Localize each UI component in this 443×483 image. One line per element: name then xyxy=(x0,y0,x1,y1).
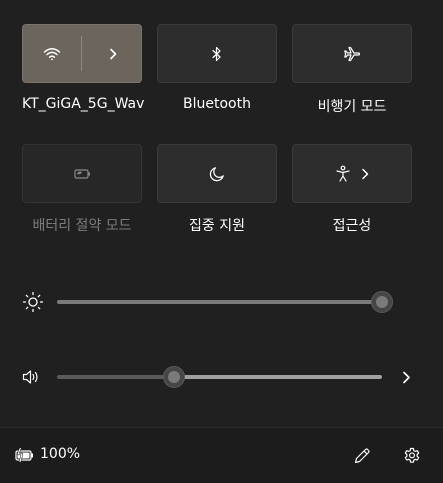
settings-button[interactable] xyxy=(397,441,427,471)
bluetooth-tile-label: Bluetooth xyxy=(183,96,251,112)
volume-slider-row xyxy=(0,362,443,392)
volume-thumb[interactable] xyxy=(163,366,185,388)
volume-fill xyxy=(174,375,382,379)
airplane-icon xyxy=(343,45,361,63)
focus-assist-tile-label: 집중 지원 xyxy=(189,218,245,234)
wifi-networks-button[interactable] xyxy=(82,25,143,82)
wifi-tile[interactable] xyxy=(22,24,142,83)
wifi-toggle-button[interactable] xyxy=(23,25,81,82)
airplane-mode-tile[interactable] xyxy=(292,24,412,83)
brightness-slider-row xyxy=(0,287,443,317)
quick-settings-panel: KT_GiGA_5G_Wave Bluetooth 비행기 모드 배터리 절약 … xyxy=(0,0,443,427)
wifi-tile-label: KT_GiGA_5G_Wave xyxy=(22,96,144,112)
wifi-icon xyxy=(43,47,61,61)
gear-icon xyxy=(403,447,421,465)
quick-settings-footer: 100% xyxy=(0,427,443,483)
accessibility-icon xyxy=(335,165,351,183)
battery-saver-tile-label: 배터리 절약 모드 xyxy=(32,218,132,234)
accessibility-tile-label: 접근성 xyxy=(332,218,372,234)
volume-mixer-chevron-icon[interactable] xyxy=(402,371,411,384)
brightness-thumb[interactable] xyxy=(371,291,393,313)
battery-saver-icon xyxy=(72,167,92,181)
bluetooth-icon xyxy=(212,46,222,62)
chevron-right-icon[interactable] xyxy=(361,168,369,180)
sun-icon xyxy=(22,291,44,313)
battery-saver-tile xyxy=(22,144,142,203)
battery-charging-icon[interactable] xyxy=(14,447,36,463)
accessibility-tile[interactable] xyxy=(292,144,412,203)
brightness-track[interactable] xyxy=(57,300,382,304)
pencil-icon xyxy=(353,447,371,465)
airplane-mode-tile-label: 비행기 모드 xyxy=(317,99,387,115)
bluetooth-tile[interactable] xyxy=(157,24,277,83)
chevron-right-icon xyxy=(109,48,117,60)
battery-percentage[interactable]: 100% xyxy=(40,446,80,462)
edit-quick-settings-button[interactable] xyxy=(347,441,377,471)
speaker-icon[interactable] xyxy=(22,369,40,385)
focus-assist-tile[interactable] xyxy=(157,144,277,203)
moon-icon xyxy=(209,166,225,182)
